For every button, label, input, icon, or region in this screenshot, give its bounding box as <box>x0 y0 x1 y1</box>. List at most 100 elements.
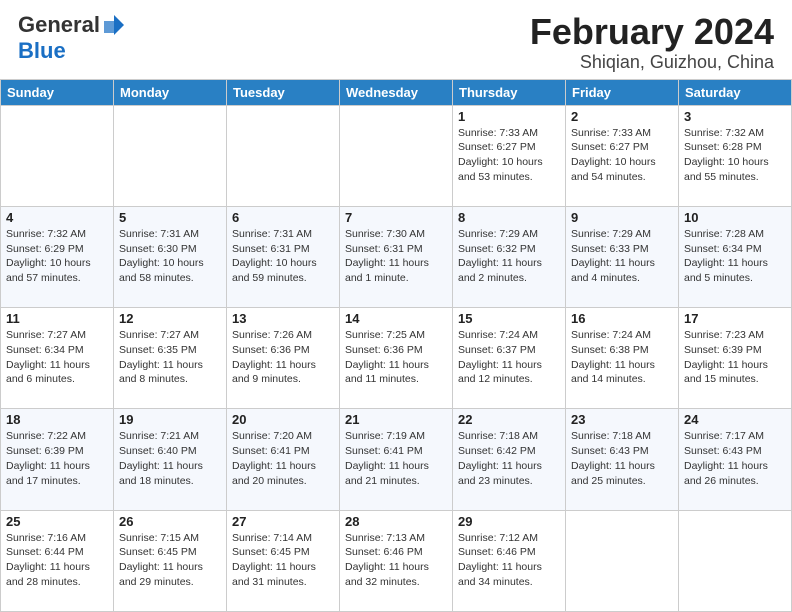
day-info: Sunrise: 7:15 AM Sunset: 6:45 PM Dayligh… <box>119 531 221 590</box>
calendar-cell: 15 Sunrise: 7:24 AM Sunset: 6:37 PM Dayli… <box>453 308 566 409</box>
calendar-cell: 25 Sunrise: 7:16 AM Sunset: 6:44 PM Dayli… <box>1 510 114 611</box>
calendar-week-5: 25 Sunrise: 7:16 AM Sunset: 6:44 PM Dayli… <box>1 510 792 611</box>
day-number: 22 <box>458 412 560 427</box>
day-number: 25 <box>6 514 108 529</box>
calendar-cell: 21 Sunrise: 7:19 AM Sunset: 6:41 PM Dayli… <box>340 409 453 510</box>
day-info: Sunrise: 7:33 AM Sunset: 6:27 PM Dayligh… <box>458 126 560 185</box>
day-number: 13 <box>232 311 334 326</box>
calendar-cell <box>227 105 340 206</box>
calendar-cell: 29 Sunrise: 7:12 AM Sunset: 6:46 PM Dayli… <box>453 510 566 611</box>
day-number: 3 <box>684 109 786 124</box>
day-number: 28 <box>345 514 447 529</box>
day-number: 15 <box>458 311 560 326</box>
day-info: Sunrise: 7:14 AM Sunset: 6:45 PM Dayligh… <box>232 531 334 590</box>
calendar-cell: 16Sunrise: 7:24 AM Sunset: 6:38 PM Dayli… <box>566 308 679 409</box>
calendar-cell: 23Sunrise: 7:18 AM Sunset: 6:43 PM Dayli… <box>566 409 679 510</box>
day-info: Sunrise: 7:13 AM Sunset: 6:46 PM Dayligh… <box>345 531 447 590</box>
calendar-week-2: 4Sunrise: 7:32 AM Sunset: 6:29 PM Daylig… <box>1 206 792 307</box>
day-info: Sunrise: 7:29 AM Sunset: 6:32 PM Dayligh… <box>458 227 560 286</box>
calendar-week-3: 11 Sunrise: 7:27 AM Sunset: 6:34 PM Dayli… <box>1 308 792 409</box>
day-number: 24 <box>684 412 786 427</box>
day-number: 11 <box>6 311 108 326</box>
weekday-header-monday: Monday <box>114 79 227 105</box>
day-info: Sunrise: 7:17 AM Sunset: 6:43 PM Dayligh… <box>684 429 786 488</box>
day-number: 17 <box>684 311 786 326</box>
day-info: Sunrise: 7:27 AM Sunset: 6:34 PM Dayligh… <box>6 328 108 387</box>
day-number: 10 <box>684 210 786 225</box>
day-info: Sunrise: 7:18 AM Sunset: 6:42 PM Dayligh… <box>458 429 560 488</box>
calendar-cell <box>1 105 114 206</box>
day-info: Sunrise: 7:26 AM Sunset: 6:36 PM Dayligh… <box>232 328 334 387</box>
header: General Blue February 2024 Shiqian, Guiz… <box>0 0 792 79</box>
calendar-cell: 12Sunrise: 7:27 AM Sunset: 6:35 PM Dayli… <box>114 308 227 409</box>
calendar-cell <box>679 510 792 611</box>
calendar-cell <box>566 510 679 611</box>
calendar-cell: 10 Sunrise: 7:28 AM Sunset: 6:34 PM Dayli… <box>679 206 792 307</box>
day-number: 5 <box>119 210 221 225</box>
day-number: 20 <box>232 412 334 427</box>
month-year-title: February 2024 <box>530 12 774 52</box>
calendar-cell: 14 Sunrise: 7:25 AM Sunset: 6:36 PM Dayli… <box>340 308 453 409</box>
weekday-header-saturday: Saturday <box>679 79 792 105</box>
day-number: 2 <box>571 109 673 124</box>
day-info: Sunrise: 7:24 AM Sunset: 6:37 PM Dayligh… <box>458 328 560 387</box>
day-number: 21 <box>345 412 447 427</box>
day-info: Sunrise: 7:21 AM Sunset: 6:40 PM Dayligh… <box>119 429 221 488</box>
weekday-header-thursday: Thursday <box>453 79 566 105</box>
day-number: 27 <box>232 514 334 529</box>
day-number: 6 <box>232 210 334 225</box>
day-info: Sunrise: 7:25 AM Sunset: 6:36 PM Dayligh… <box>345 328 447 387</box>
calendar-cell: 11 Sunrise: 7:27 AM Sunset: 6:34 PM Dayli… <box>1 308 114 409</box>
calendar-cell: 3Sunrise: 7:32 AM Sunset: 6:28 PM Daylig… <box>679 105 792 206</box>
calendar-cell: 2Sunrise: 7:33 AM Sunset: 6:27 PM Daylig… <box>566 105 679 206</box>
calendar-table: SundayMondayTuesdayWednesdayThursdayFrid… <box>0 79 792 612</box>
weekday-header-friday: Friday <box>566 79 679 105</box>
weekday-header-wednesday: Wednesday <box>340 79 453 105</box>
calendar-cell: 22 Sunrise: 7:18 AM Sunset: 6:42 PM Dayli… <box>453 409 566 510</box>
day-number: 8 <box>458 210 560 225</box>
weekday-header-sunday: Sunday <box>1 79 114 105</box>
day-info: Sunrise: 7:28 AM Sunset: 6:34 PM Dayligh… <box>684 227 786 286</box>
calendar-cell: 6 Sunrise: 7:31 AM Sunset: 6:31 PM Daylig… <box>227 206 340 307</box>
day-info: Sunrise: 7:12 AM Sunset: 6:46 PM Dayligh… <box>458 531 560 590</box>
logo-general-text: General <box>18 12 100 38</box>
calendar-cell: 17Sunrise: 7:23 AM Sunset: 6:39 PM Dayli… <box>679 308 792 409</box>
calendar-cell: 9 Sunrise: 7:29 AM Sunset: 6:33 PM Daylig… <box>566 206 679 307</box>
day-number: 9 <box>571 210 673 225</box>
calendar-cell: 1 Sunrise: 7:33 AM Sunset: 6:27 PM Daylig… <box>453 105 566 206</box>
day-number: 1 <box>458 109 560 124</box>
calendar-cell: 7 Sunrise: 7:30 AM Sunset: 6:31 PM Daylig… <box>340 206 453 307</box>
calendar-cell: 20 Sunrise: 7:20 AM Sunset: 6:41 PM Dayli… <box>227 409 340 510</box>
calendar-cell: 19 Sunrise: 7:21 AM Sunset: 6:40 PM Dayli… <box>114 409 227 510</box>
location-subtitle: Shiqian, Guizhou, China <box>530 52 774 73</box>
day-number: 23 <box>571 412 673 427</box>
logo-blue-text: Blue <box>18 38 66 64</box>
day-info: Sunrise: 7:20 AM Sunset: 6:41 PM Dayligh… <box>232 429 334 488</box>
title-block: February 2024 Shiqian, Guizhou, China <box>530 12 774 73</box>
day-info: Sunrise: 7:29 AM Sunset: 6:33 PM Dayligh… <box>571 227 673 286</box>
calendar-cell: 13 Sunrise: 7:26 AM Sunset: 6:36 PM Dayli… <box>227 308 340 409</box>
day-info: Sunrise: 7:24 AM Sunset: 6:38 PM Dayligh… <box>571 328 673 387</box>
calendar-cell <box>340 105 453 206</box>
calendar-cell: 18 Sunrise: 7:22 AM Sunset: 6:39 PM Dayli… <box>1 409 114 510</box>
day-number: 7 <box>345 210 447 225</box>
day-info: Sunrise: 7:31 AM Sunset: 6:31 PM Dayligh… <box>232 227 334 286</box>
calendar-cell: 24 Sunrise: 7:17 AM Sunset: 6:43 PM Dayli… <box>679 409 792 510</box>
logo-icon <box>102 13 126 37</box>
day-info: Sunrise: 7:22 AM Sunset: 6:39 PM Dayligh… <box>6 429 108 488</box>
day-info: Sunrise: 7:30 AM Sunset: 6:31 PM Dayligh… <box>345 227 447 286</box>
day-number: 14 <box>345 311 447 326</box>
day-number: 18 <box>6 412 108 427</box>
weekday-header-tuesday: Tuesday <box>227 79 340 105</box>
calendar-cell: 27 Sunrise: 7:14 AM Sunset: 6:45 PM Dayli… <box>227 510 340 611</box>
calendar-cell: 26Sunrise: 7:15 AM Sunset: 6:45 PM Dayli… <box>114 510 227 611</box>
day-info: Sunrise: 7:16 AM Sunset: 6:44 PM Dayligh… <box>6 531 108 590</box>
page: General Blue February 2024 Shiqian, Guiz… <box>0 0 792 612</box>
calendar-cell: 4Sunrise: 7:32 AM Sunset: 6:29 PM Daylig… <box>1 206 114 307</box>
weekday-header-row: SundayMondayTuesdayWednesdayThursdayFrid… <box>1 79 792 105</box>
day-number: 29 <box>458 514 560 529</box>
calendar-cell: 8 Sunrise: 7:29 AM Sunset: 6:32 PM Daylig… <box>453 206 566 307</box>
day-info: Sunrise: 7:19 AM Sunset: 6:41 PM Dayligh… <box>345 429 447 488</box>
day-number: 12 <box>119 311 221 326</box>
day-number: 19 <box>119 412 221 427</box>
